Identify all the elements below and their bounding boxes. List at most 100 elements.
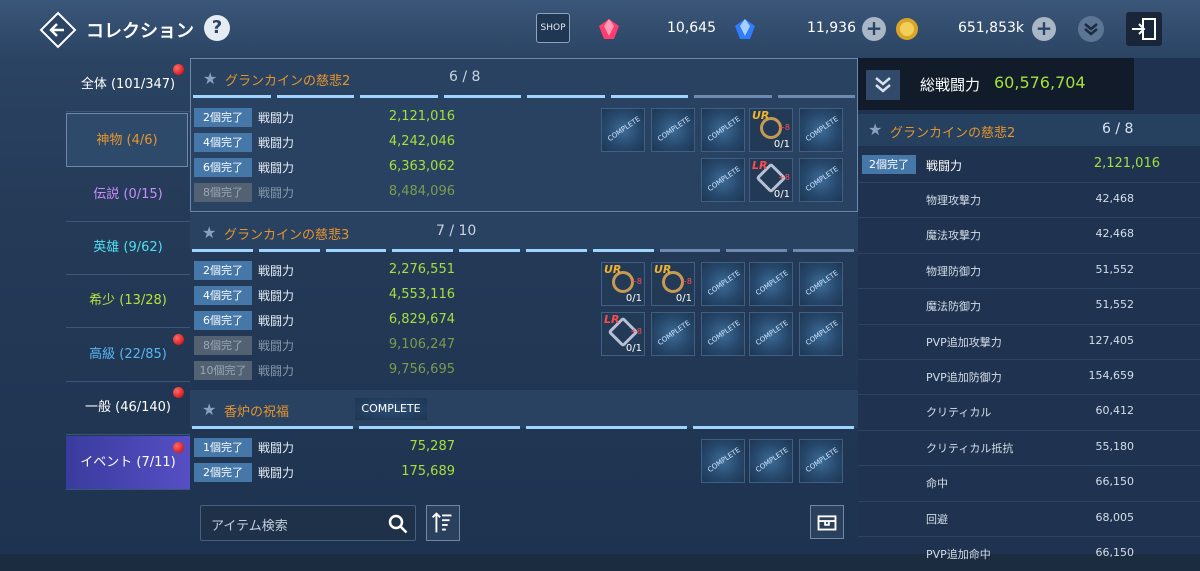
completed-item-slot[interactable]: COMPLETE	[651, 312, 695, 356]
chest-icon[interactable]	[810, 505, 844, 539]
item-slot[interactable]: LR +8 0/1	[749, 158, 793, 202]
completed-item-slot[interactable]: COMPLETE	[799, 439, 843, 483]
gold-currency: 651,853k	[894, 16, 1024, 42]
tier-value: 2,121,016	[388, 109, 455, 124]
tab-4[interactable]: 希少 (13/28)	[66, 274, 190, 328]
notification-dot	[173, 334, 184, 345]
progress-segment	[192, 426, 353, 429]
stat-value: 154,659	[1088, 369, 1135, 382]
stat-value: 51,552	[1095, 262, 1135, 276]
tier-badge: 8個完了	[194, 183, 252, 202]
set-progress: 6 / 8	[449, 69, 481, 85]
completed-item-slot[interactable]: COMPLETE	[749, 262, 793, 306]
completed-item-slot[interactable]: COMPLETE	[799, 312, 843, 356]
tab-1[interactable]: 神物 (4/6)	[66, 113, 188, 167]
tier-label: 戦闘力	[258, 466, 295, 480]
tab-3[interactable]: 英雄 (9/62)	[66, 221, 190, 275]
complete-stamp: COMPLETE	[706, 318, 742, 348]
star-icon: ★	[868, 120, 883, 139]
tab-label: 全体 (101/347)	[80, 77, 176, 92]
double-chevron-down-icon[interactable]	[866, 70, 900, 100]
completed-item-slot[interactable]: COMPLETE	[701, 439, 745, 483]
notification-dot	[173, 387, 184, 398]
selected-set-name: グランカインの慈悲2	[890, 126, 1016, 141]
complete-stamp: COMPLETE	[754, 445, 790, 475]
grade-label: UR	[604, 263, 622, 276]
tier-value: 2,276,551	[388, 262, 455, 277]
help-button[interactable]: ?	[204, 15, 230, 41]
completed-item-slot[interactable]: COMPLETE	[799, 108, 843, 152]
set-header[interactable]: ★ 香炉の祝福 COMPLETE	[190, 390, 858, 429]
item-slot[interactable]: UR +8 0/1	[749, 108, 793, 152]
completed-item-slot[interactable]: COMPLETE	[749, 439, 793, 483]
completed-item-slot[interactable]: COMPLETE	[701, 262, 745, 306]
tier-value: 4,242,046	[388, 134, 455, 149]
selected-tier-badge: 2個完了	[862, 155, 916, 174]
enhance-level: +8	[778, 173, 790, 182]
item-count: 0/1	[625, 343, 642, 354]
tier-label: 戦闘力	[258, 161, 295, 175]
tier-value: 9,756,695	[388, 362, 455, 377]
tab-2[interactable]: 伝説 (0/15)	[66, 168, 190, 222]
double-chevron-down-icon[interactable]	[1078, 16, 1104, 42]
complete-stamp: COMPLETE	[754, 268, 790, 298]
tab-7[interactable]: イベント (7/11)	[66, 436, 190, 490]
stat-row: クリティカル 60,412	[858, 394, 1200, 429]
stat-row: 物理攻撃力 42,468	[858, 182, 1200, 217]
grade-tab-list: 全体 (101/347) 神物 (4/6) 伝説 (0/15) 英雄 (9/62) 希少…	[66, 58, 190, 554]
notification-dot	[173, 442, 184, 453]
completed-item-slot[interactable]: COMPLETE	[799, 262, 843, 306]
tab-5[interactable]: 高級 (22/85)	[66, 328, 190, 382]
add-gold-button[interactable]: +	[1032, 17, 1056, 41]
complete-stamp: COMPLETE	[804, 164, 840, 194]
blue-gem-icon	[735, 19, 755, 39]
tab-0[interactable]: 全体 (101/347)	[66, 58, 190, 112]
set-header[interactable]: ★ グランカインの慈悲3 7 / 10	[190, 213, 858, 252]
back-button[interactable]	[38, 10, 78, 50]
exit-door-icon[interactable]	[1126, 12, 1162, 46]
stat-value: 66,150	[1095, 475, 1135, 489]
progress-segment	[443, 95, 521, 98]
completed-item-slot[interactable]: COMPLETE	[799, 158, 843, 202]
completed-item-slot[interactable]: COMPLETE	[701, 108, 745, 152]
tab-label: 英雄 (9/62)	[93, 240, 163, 255]
search-placeholder: アイテム検索	[211, 519, 288, 534]
item-slot[interactable]: UR +8 0/1	[651, 262, 695, 306]
progress-segment	[526, 426, 687, 429]
sort-icon[interactable]	[426, 505, 460, 541]
tab-label: 希少 (13/28)	[89, 293, 167, 308]
completed-item-slot[interactable]: COMPLETE	[601, 108, 645, 152]
star-icon: ★	[203, 69, 218, 88]
stat-value: 42,468	[1095, 192, 1135, 205]
stat-row: 回避 68,005	[858, 500, 1200, 536]
completed-item-slot[interactable]: COMPLETE	[701, 158, 745, 202]
completed-item-slot[interactable]: COMPLETE	[749, 312, 793, 356]
set-name: 香炉の祝福	[224, 405, 290, 420]
tier-value: 75,287	[409, 439, 456, 454]
tab-6[interactable]: 一般 (46/140)	[66, 381, 190, 435]
tier-badge: 2個完了	[194, 261, 252, 280]
completed-item-slot[interactable]: COMPLETE	[651, 108, 695, 152]
complete-stamp: COMPLETE	[656, 318, 692, 348]
progress-segment	[526, 249, 587, 252]
search-icon[interactable]	[387, 513, 409, 535]
item-count: 0/1	[625, 293, 642, 304]
item-slot[interactable]: LR +8 0/1	[601, 312, 645, 356]
shop-search-button[interactable]: SHOP	[536, 13, 570, 43]
progress-segment	[693, 426, 854, 429]
grade-label: LR	[752, 159, 768, 172]
tier-value: 6,829,674	[388, 312, 455, 327]
completed-item-slot[interactable]: COMPLETE	[701, 312, 745, 356]
tier-badge: 2個完了	[194, 463, 252, 482]
complete-stamp: COMPLETE	[804, 445, 840, 475]
stat-row: 魔法攻撃力 42,468	[858, 217, 1200, 252]
collection-set-list[interactable]: ★ グランカインの慈悲2 6 / 8 2個完了 戦闘力 2,121,016 4個完了 戦闘力 4…	[190, 58, 858, 496]
complete-stamp: COMPLETE	[656, 114, 692, 144]
item-search-input[interactable]: アイテム検索	[200, 505, 416, 541]
grade-label: UR	[752, 109, 770, 122]
tier-badge: 6個完了	[194, 311, 252, 330]
blue-gem-amount: 11,936	[807, 20, 856, 36]
item-slot[interactable]: UR +8 0/1	[601, 262, 645, 306]
tier-label: 戦闘力	[258, 264, 295, 278]
add-blue-gem-button[interactable]: +	[862, 17, 886, 41]
